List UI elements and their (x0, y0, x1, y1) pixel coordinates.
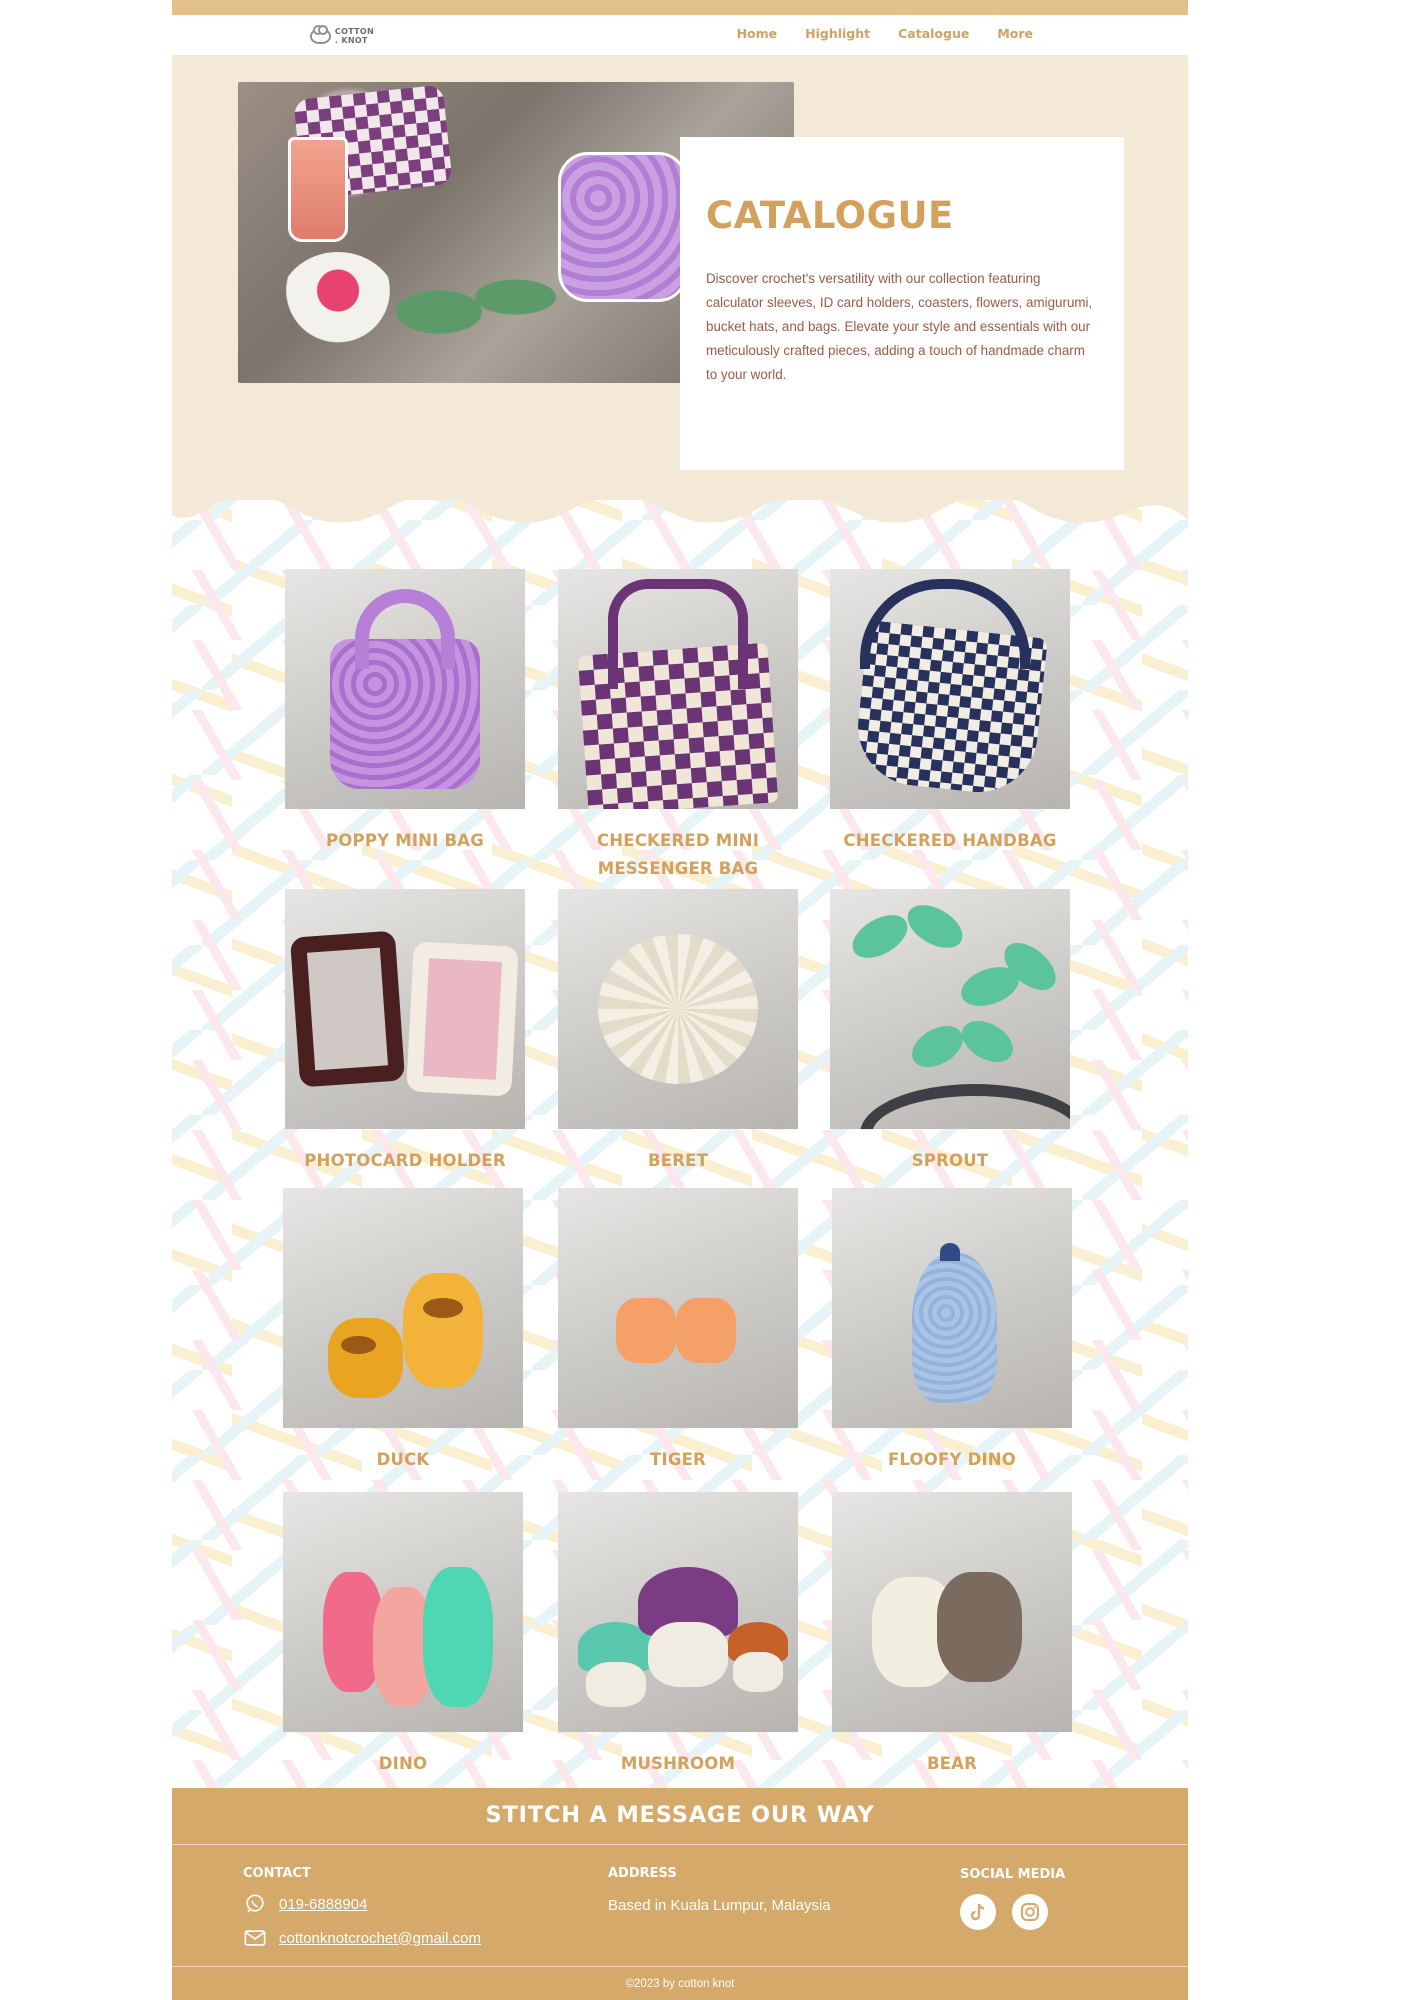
copyright: ©2023 by cotton knot (625, 1978, 735, 1990)
nav-home[interactable]: Home (737, 26, 778, 41)
catalogue-item-photocard-holder[interactable]: PHOTOCARD HOLDER (285, 889, 525, 1175)
footer-divider (172, 1844, 1188, 1845)
logo-line-1: COTTON (334, 27, 374, 36)
product-name: MUSHROOM (620, 1754, 736, 1773)
social-heading: SOCIAL MEDIA (960, 1867, 1066, 1882)
product-name: TIGER (650, 1450, 706, 1469)
product-name: BERET (647, 1151, 709, 1170)
product-photo[interactable] (832, 1188, 1072, 1428)
tiktok-icon[interactable] (960, 1894, 996, 1930)
product-name: POPPY MINI BAG (326, 831, 484, 850)
product-photo[interactable] (558, 1492, 798, 1732)
phone-row: 019-6888904 (243, 1894, 367, 1914)
product-name: DINO (378, 1754, 428, 1773)
logo-line-2: . KNOT (334, 36, 368, 45)
page-title: CATALOGUE (706, 194, 954, 237)
product-name: DUCK (376, 1450, 430, 1469)
whatsapp-icon (243, 1894, 267, 1914)
logo[interactable]: COTTON . KNOT (310, 23, 374, 49)
footer: STITCH A MESSAGE OUR WAY CONTACT 019-688… (172, 1788, 1188, 2000)
nav-more[interactable]: More (997, 26, 1033, 41)
hero-card: CATALOGUE Discover crochet's versatility… (680, 137, 1124, 471)
product-photo[interactable] (558, 889, 798, 1129)
product-name: CHECKERED MINI MESSENGER BAG (596, 831, 760, 878)
catalogue-item-poppy-mini-bag[interactable]: POPPY MINI BAG (285, 569, 525, 855)
product-photo[interactable] (558, 569, 798, 809)
phone-link[interactable]: 019-6888904 (279, 1896, 367, 1913)
hero-description: Discover crochet's versatility with our … (706, 271, 1093, 382)
catalogue-item-sprout[interactable]: SPROUT (830, 889, 1070, 1175)
social-links (960, 1894, 1048, 1930)
catalogue-item-mushroom[interactable]: MUSHROOM (558, 1492, 798, 1778)
catalogue-item-dino[interactable]: DINO (283, 1492, 523, 1778)
contact-heading: CONTACT (243, 1866, 311, 1881)
nav-highlight[interactable]: Highlight (805, 26, 870, 41)
catalogue-item-beret[interactable]: BERET (558, 889, 798, 1175)
address-text: Based in Kuala Lumpur, Malaysia (608, 1897, 831, 1914)
product-photo[interactable] (285, 889, 525, 1129)
top-stripe (172, 0, 1188, 15)
catalogue-item-checkered-handbag[interactable]: CHECKERED HANDBAG (830, 569, 1070, 855)
mail-icon (243, 1928, 267, 1948)
catalogue-item-bear[interactable]: BEAR (832, 1492, 1072, 1778)
product-photo[interactable] (283, 1188, 523, 1428)
product-name: PHOTOCARD HOLDER (304, 1151, 506, 1170)
product-name: FLOOFY DINO (887, 1450, 1017, 1469)
page: COTTON . KNOT Home Highlight Catalogue M… (172, 0, 1188, 2000)
catalogue-item-floofy-dino[interactable]: FLOOFY DINO (832, 1188, 1072, 1474)
product-name: BEAR (926, 1754, 978, 1773)
product-photo[interactable] (830, 889, 1070, 1129)
yarn-logo-icon (310, 25, 331, 44)
product-photo[interactable] (832, 1492, 1072, 1732)
product-photo[interactable] (283, 1492, 523, 1732)
product-photo[interactable] (285, 569, 525, 809)
catalogue-item-checkered-mini-messenger-bag[interactable]: CHECKERED MINI MESSENGER BAG (558, 569, 798, 883)
wave-divider (172, 470, 1188, 523)
product-photo[interactable] (558, 1188, 798, 1428)
main-nav: Home Highlight Catalogue More (737, 26, 1033, 41)
footer-bottom-divider (172, 1966, 1188, 1967)
catalogue-item-tiger[interactable]: TIGER (558, 1188, 798, 1474)
hero-section: CATALOGUE Discover crochet's versatility… (172, 55, 1188, 525)
instagram-icon[interactable] (1012, 1894, 1048, 1930)
footer-title: STITCH A MESSAGE OUR WAY (485, 1802, 875, 1828)
catalogue-item-duck[interactable]: DUCK (283, 1188, 523, 1474)
email-link[interactable]: cottonknotcrochet@gmail.com (279, 1930, 481, 1947)
nav-catalogue[interactable]: Catalogue (898, 26, 969, 41)
product-name: SPROUT (911, 1151, 989, 1170)
navbar: COTTON . KNOT Home Highlight Catalogue M… (172, 15, 1188, 55)
product-name: CHECKERED HANDBAG (843, 831, 1057, 850)
email-row: cottonknotcrochet@gmail.com (243, 1928, 481, 1948)
address-heading: ADDRESS (608, 1866, 677, 1881)
logo-text: COTTON . KNOT (335, 27, 374, 45)
product-photo[interactable] (830, 569, 1070, 809)
